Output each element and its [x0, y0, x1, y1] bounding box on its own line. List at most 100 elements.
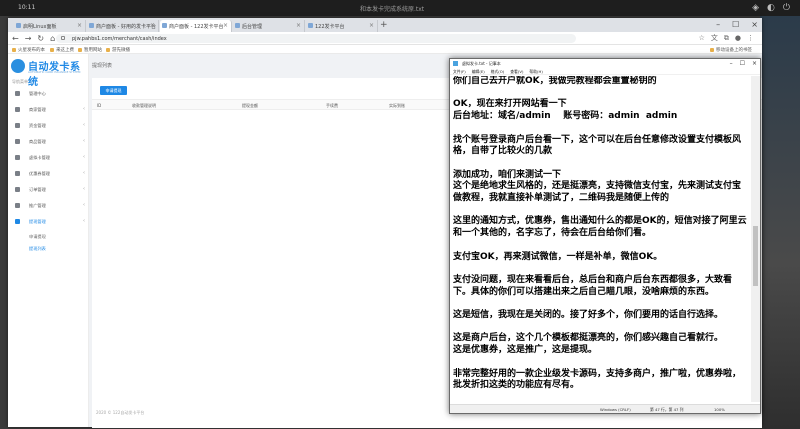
- url-input[interactable]: pjw.pahbs1.com/merchant/cash/index: [56, 34, 576, 43]
- folder-icon: [50, 48, 54, 52]
- page-title: 提现列表: [92, 63, 113, 69]
- sidebar-item-dashboard[interactable]: 管理中心: [8, 86, 89, 102]
- bookmarks-bar: 火星发布的本 来这上费 暂用网站 游先微播 移动设备上的书签: [8, 45, 762, 54]
- active-window-title: 和本发卡完成系统原.txt: [360, 6, 425, 13]
- logo[interactable]: 自动发卡系统 AUTOMATIC CARD ISSUANCE SYSTEM: [11, 58, 87, 88]
- nav-heading: 导航菜单: [12, 79, 28, 84]
- address-bar-row: ← → ↻ ⌂ pjw.pahbs1.com/merchant/cash/ind…: [8, 32, 762, 45]
- maximize-button[interactable]: ☐: [740, 59, 745, 68]
- bookmark-item[interactable]: 游先微播: [106, 47, 130, 53]
- money-icon: [15, 219, 20, 224]
- submenu-apply-withdraw[interactable]: 申请提现: [29, 234, 46, 240]
- tab-admin[interactable]: 后台管理 ×: [233, 20, 305, 32]
- column-header: 收款管理说明: [132, 103, 156, 108]
- lock-icon: [61, 36, 65, 40]
- menu-view[interactable]: 查看(V): [510, 69, 523, 74]
- extension-icon[interactable]: ⧉: [724, 33, 729, 44]
- minimize-button[interactable]: –: [716, 18, 720, 32]
- reload-icon[interactable]: ↻: [37, 33, 44, 44]
- favicon-icon: [235, 23, 240, 28]
- volume-icon[interactable]: ◐: [767, 2, 775, 14]
- chevron-icon: ‹: [83, 154, 85, 160]
- chevron-icon: ‹: [83, 122, 85, 128]
- folder-icon: [78, 48, 82, 52]
- notepad-window: 虚拟发卡.txt - 记事本 – ☐ × 文件(F) 编辑(E) 格式(O) 查…: [449, 58, 761, 414]
- forward-icon[interactable]: →: [25, 33, 32, 44]
- tab-bar: 启明Linux面板 × 商户面板 - 好用的发卡平台 × 商户面板 - 122发卡平…: [8, 18, 762, 32]
- power-icon[interactable]: ⏻: [783, 2, 790, 14]
- star-icon[interactable]: ☆: [699, 33, 705, 44]
- minimize-button[interactable]: –: [730, 59, 733, 68]
- close-icon[interactable]: ×: [296, 22, 301, 29]
- dashboard-icon: [15, 91, 20, 96]
- column-header: ID: [97, 103, 102, 108]
- favicon-icon: [308, 23, 313, 28]
- sidebar-item-orders[interactable]: 订单管理 ‹: [8, 182, 89, 198]
- page-footer: 2020 © 122自动发卡平台: [96, 410, 145, 415]
- tab-merchant-panel-active[interactable]: 商户面板 - 122发卡平台 ×: [160, 20, 232, 32]
- close-icon[interactable]: ×: [223, 22, 228, 29]
- favicon-icon: [162, 23, 167, 28]
- back-icon[interactable]: ←: [12, 33, 19, 44]
- status-position: 第 47 行，第 47 列: [650, 407, 684, 412]
- chevron-icon: ‹: [83, 106, 85, 112]
- submenu-withdraw-list[interactable]: 提现列表: [29, 246, 46, 252]
- notepad-title: 虚拟发卡.txt - 记事本: [462, 61, 501, 66]
- bookmark-item[interactable]: 来这上费: [50, 47, 74, 53]
- chevron-icon: ‹: [83, 202, 85, 208]
- notepad-icon: [453, 61, 458, 66]
- coupon-icon: [15, 171, 20, 176]
- tab-merchant-panel-1[interactable]: 商户面板 - 好用的发卡平台 ×: [87, 20, 159, 32]
- apply-withdraw-button[interactable]: 申请提现: [100, 86, 127, 95]
- favicon-icon: [89, 23, 94, 28]
- system-tray: ◈ ◐ ⏻: [752, 2, 790, 14]
- scrollbar-thumb[interactable]: [753, 226, 758, 286]
- vertical-scrollbar[interactable]: [751, 76, 760, 402]
- sidebar-item-promotion[interactable]: 推广管理 ‹: [8, 198, 89, 214]
- sidebar-item-goods[interactable]: 商品管理 ‹: [8, 134, 89, 150]
- logo-mark-icon: [11, 59, 25, 73]
- close-window-button[interactable]: ×: [752, 59, 757, 68]
- menu-edit[interactable]: 编辑(E): [472, 69, 485, 74]
- bookmark-item[interactable]: 火星发布的本: [12, 47, 45, 53]
- bookmark-item[interactable]: 暂用网站: [78, 47, 102, 53]
- sidebar-item-withdraw[interactable]: 提现管理 ‹: [8, 214, 89, 230]
- close-icon[interactable]: ×: [150, 22, 155, 29]
- tab-122-platform[interactable]: 122发卡平台 ×: [306, 20, 378, 32]
- list-icon: [15, 187, 20, 192]
- goods-icon: [15, 139, 20, 144]
- notepad-text-area[interactable]: 你们自己去开户就OK，我做完教程都会重置秘钥的 OK，现在来打开网站看一下 后台…: [453, 76, 748, 402]
- status-encoding: Windows (CRLF): [600, 407, 631, 412]
- card-icon: [15, 155, 20, 160]
- chevron-icon: ‹: [83, 186, 85, 192]
- sidebar-item-merchant[interactable]: 商家管理 ‹: [8, 102, 89, 118]
- notepad-title-bar: 虚拟发卡.txt - 记事本 – ☐ ×: [450, 59, 760, 68]
- notepad-status-bar: Windows (CRLF) 第 47 行，第 47 列 100%: [450, 404, 760, 413]
- sidebar-item-funds[interactable]: 资金管理 ‹: [8, 118, 89, 134]
- menu-help[interactable]: 帮助(H): [529, 69, 542, 74]
- menu-file[interactable]: 文件(F): [453, 69, 466, 74]
- column-header: 提现金额: [242, 103, 258, 108]
- column-header: 实际到账: [389, 103, 405, 108]
- network-icon[interactable]: ◈: [752, 2, 759, 14]
- close-icon[interactable]: ×: [77, 22, 82, 29]
- profile-icon[interactable]: ●: [735, 33, 741, 44]
- sidebar-item-coupon[interactable]: 优惠券管理 ‹: [8, 166, 89, 182]
- new-tab-button[interactable]: +: [380, 20, 388, 30]
- desktop-top-bar: 10:11 和本发卡完成系统原.txt ◈ ◐ ⏻: [0, 0, 800, 16]
- sidebar: 自动发卡系统 AUTOMATIC CARD ISSUANCE SYSTEM 导航…: [8, 54, 89, 427]
- home-icon[interactable]: ⌂: [50, 33, 55, 44]
- maximize-button[interactable]: ☐: [732, 18, 739, 32]
- tab-linux-panel[interactable]: 启明Linux面板 ×: [14, 20, 86, 32]
- more-icon[interactable]: ⋮: [747, 33, 754, 44]
- nav-buttons: ← → ↻ ⌂: [12, 33, 55, 44]
- translate-icon[interactable]: 文: [711, 33, 718, 44]
- column-header: 手续费: [326, 103, 338, 108]
- window-controls: – ☐ ×: [716, 18, 758, 32]
- menu-format[interactable]: 格式(O): [491, 69, 505, 74]
- user-icon: [15, 107, 20, 112]
- close-icon[interactable]: ×: [369, 22, 374, 29]
- close-window-button[interactable]: ×: [751, 18, 758, 32]
- sidebar-item-virtual-card[interactable]: 虚拟卡管理 ‹: [8, 150, 89, 166]
- bookmark-mobile[interactable]: 移动设备上的书签: [710, 47, 752, 53]
